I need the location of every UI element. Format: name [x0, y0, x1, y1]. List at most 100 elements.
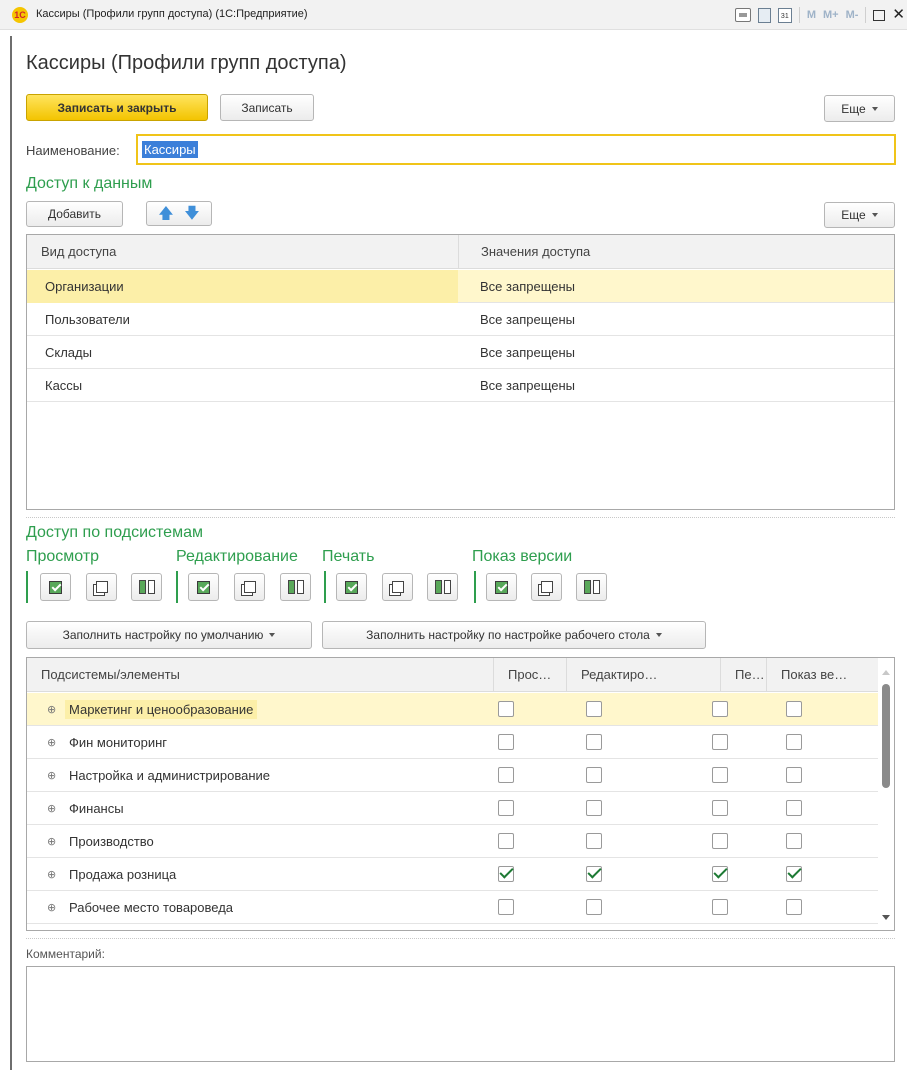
edit-checkbox[interactable] — [586, 767, 602, 783]
table-row[interactable]: Склады Все запрещены — [27, 336, 894, 369]
table-row[interactable]: Организации Все запрещены — [27, 270, 894, 303]
edit-invert-button[interactable] — [280, 573, 311, 601]
version-checkbox[interactable] — [786, 833, 802, 849]
scroll-down-icon[interactable] — [882, 915, 890, 920]
print-checkbox[interactable] — [712, 767, 728, 783]
expand-icon[interactable]: ⊕ — [47, 769, 69, 782]
save-and-close-button[interactable]: Записать и закрыть — [26, 94, 208, 121]
scroll-thumb[interactable] — [882, 684, 890, 788]
print-checkbox[interactable] — [712, 899, 728, 915]
access-kind-cell: Организации — [27, 270, 458, 303]
invert-selection-icon — [583, 580, 600, 594]
print-check-all-button[interactable] — [336, 573, 367, 601]
print-checkbox[interactable] — [712, 701, 728, 717]
view-check-all-button[interactable] — [40, 573, 71, 601]
table-row[interactable]: ⊕ Финансы — [27, 792, 878, 825]
expand-icon[interactable]: ⊕ — [47, 835, 69, 848]
expand-icon[interactable]: ⊕ — [47, 901, 69, 914]
memory-plus-button[interactable]: M+ — [823, 9, 839, 21]
column-header-subsystems[interactable]: Подсистемы/элементы — [27, 658, 493, 692]
view-invert-button[interactable] — [131, 573, 162, 601]
table-row[interactable]: Пользователи Все запрещены — [27, 303, 894, 336]
fill-desktop-button[interactable]: Заполнить настройку по настройке рабочег… — [322, 621, 706, 649]
save-button[interactable]: Записать — [220, 94, 314, 121]
column-header-access-kind[interactable]: Вид доступа — [27, 235, 458, 269]
version-checkbox[interactable] — [786, 734, 802, 750]
table-row[interactable]: ⊕ Маркетинг и ценообразование — [27, 693, 878, 726]
move-buttons: 🡅 🡇 — [146, 201, 212, 226]
close-icon[interactable]: ✕ — [892, 6, 905, 24]
view-checkbox[interactable] — [498, 767, 514, 783]
add-button[interactable]: Добавить — [26, 201, 123, 227]
print-checkbox[interactable] — [712, 734, 728, 750]
view-uncheck-all-button[interactable] — [86, 573, 117, 601]
calculator-icon[interactable] — [757, 7, 771, 23]
version-checkbox[interactable] — [786, 767, 802, 783]
version-invert-button[interactable] — [576, 573, 607, 601]
print-checkbox[interactable] — [712, 800, 728, 816]
column-header-access-values[interactable]: Значения доступа — [458, 235, 894, 269]
table-row[interactable]: ⊕ Фин мониторинг — [27, 726, 878, 759]
fill-default-button[interactable]: Заполнить настройку по умолчанию — [26, 621, 312, 649]
table-row[interactable]: ⊕ Настройка и администрирование — [27, 759, 878, 792]
version-checkbox[interactable] — [786, 701, 802, 717]
version-checkbox[interactable] — [786, 866, 802, 882]
view-checkbox[interactable] — [498, 701, 514, 717]
version-checkbox[interactable] — [786, 899, 802, 915]
version-checkbox[interactable] — [786, 800, 802, 816]
table-row[interactable]: Кассы Все запрещены — [27, 369, 894, 402]
chevron-down-icon — [871, 106, 878, 111]
edit-uncheck-all-button[interactable] — [234, 573, 265, 601]
view-checkbox[interactable] — [498, 833, 514, 849]
print-checkbox[interactable] — [712, 866, 728, 882]
subsystem-label: Рабочее место товароведа — [69, 900, 234, 915]
column-header-view[interactable]: Прос… — [493, 658, 566, 692]
edit-checkbox[interactable] — [586, 800, 602, 816]
comment-label: Комментарий: — [26, 947, 105, 961]
name-input[interactable]: Кассиры — [136, 134, 896, 165]
print-icon[interactable] — [734, 8, 751, 22]
access-kind-cell: Пользователи — [45, 312, 130, 327]
view-checkbox[interactable] — [498, 899, 514, 915]
memory-minus-button[interactable]: M- — [846, 9, 859, 21]
print-invert-button[interactable] — [427, 573, 458, 601]
version-uncheck-all-button[interactable] — [531, 573, 562, 601]
edit-checkbox[interactable] — [586, 701, 602, 717]
more-menu-button[interactable]: Еще — [824, 95, 895, 122]
rights-group-bar — [474, 571, 476, 603]
rights-group-view-label: Просмотр — [26, 548, 100, 565]
version-check-all-button[interactable] — [486, 573, 517, 601]
expand-icon[interactable]: ⊕ — [47, 736, 69, 749]
table-row[interactable]: ⊕ Продажа розница — [27, 858, 878, 891]
edit-checkbox[interactable] — [586, 899, 602, 915]
data-more-button[interactable]: Еще — [824, 202, 895, 228]
memory-m-button[interactable]: M — [807, 9, 816, 21]
view-checkbox[interactable] — [498, 800, 514, 816]
move-up-icon[interactable]: 🡅 — [158, 206, 173, 221]
data-access-table: Вид доступа Значения доступа Организации… — [26, 234, 895, 510]
table-row[interactable]: ⊕ Рабочее место товароведа — [27, 891, 878, 924]
edit-checkbox[interactable] — [586, 866, 602, 882]
view-checkbox[interactable] — [498, 866, 514, 882]
chevron-down-icon — [269, 633, 276, 637]
edit-checkbox[interactable] — [586, 833, 602, 849]
print-uncheck-all-button[interactable] — [382, 573, 413, 601]
vertical-scrollbar[interactable] — [878, 658, 894, 930]
table-row[interactable]: ⊕ Производство — [27, 825, 878, 858]
access-value-cell: Все запрещены — [480, 378, 576, 393]
edit-check-all-button[interactable] — [188, 573, 219, 601]
expand-icon[interactable]: ⊕ — [47, 868, 69, 881]
move-down-icon[interactable]: 🡇 — [184, 206, 199, 221]
comment-textarea[interactable] — [26, 966, 895, 1062]
rights-group-version-label: Показ версии — [472, 548, 573, 565]
column-header-version[interactable]: Показ ве… — [766, 658, 878, 692]
view-checkbox[interactable] — [498, 734, 514, 750]
column-header-edit[interactable]: Редактиро… — [566, 658, 720, 692]
expand-icon[interactable]: ⊕ — [47, 802, 69, 815]
maximize-icon[interactable] — [873, 9, 886, 21]
scroll-up-icon[interactable] — [882, 670, 890, 675]
column-header-print[interactable]: Пе… — [720, 658, 766, 692]
calendar-icon[interactable]: 31 — [777, 7, 792, 23]
print-checkbox[interactable] — [712, 833, 728, 849]
edit-checkbox[interactable] — [586, 734, 602, 750]
